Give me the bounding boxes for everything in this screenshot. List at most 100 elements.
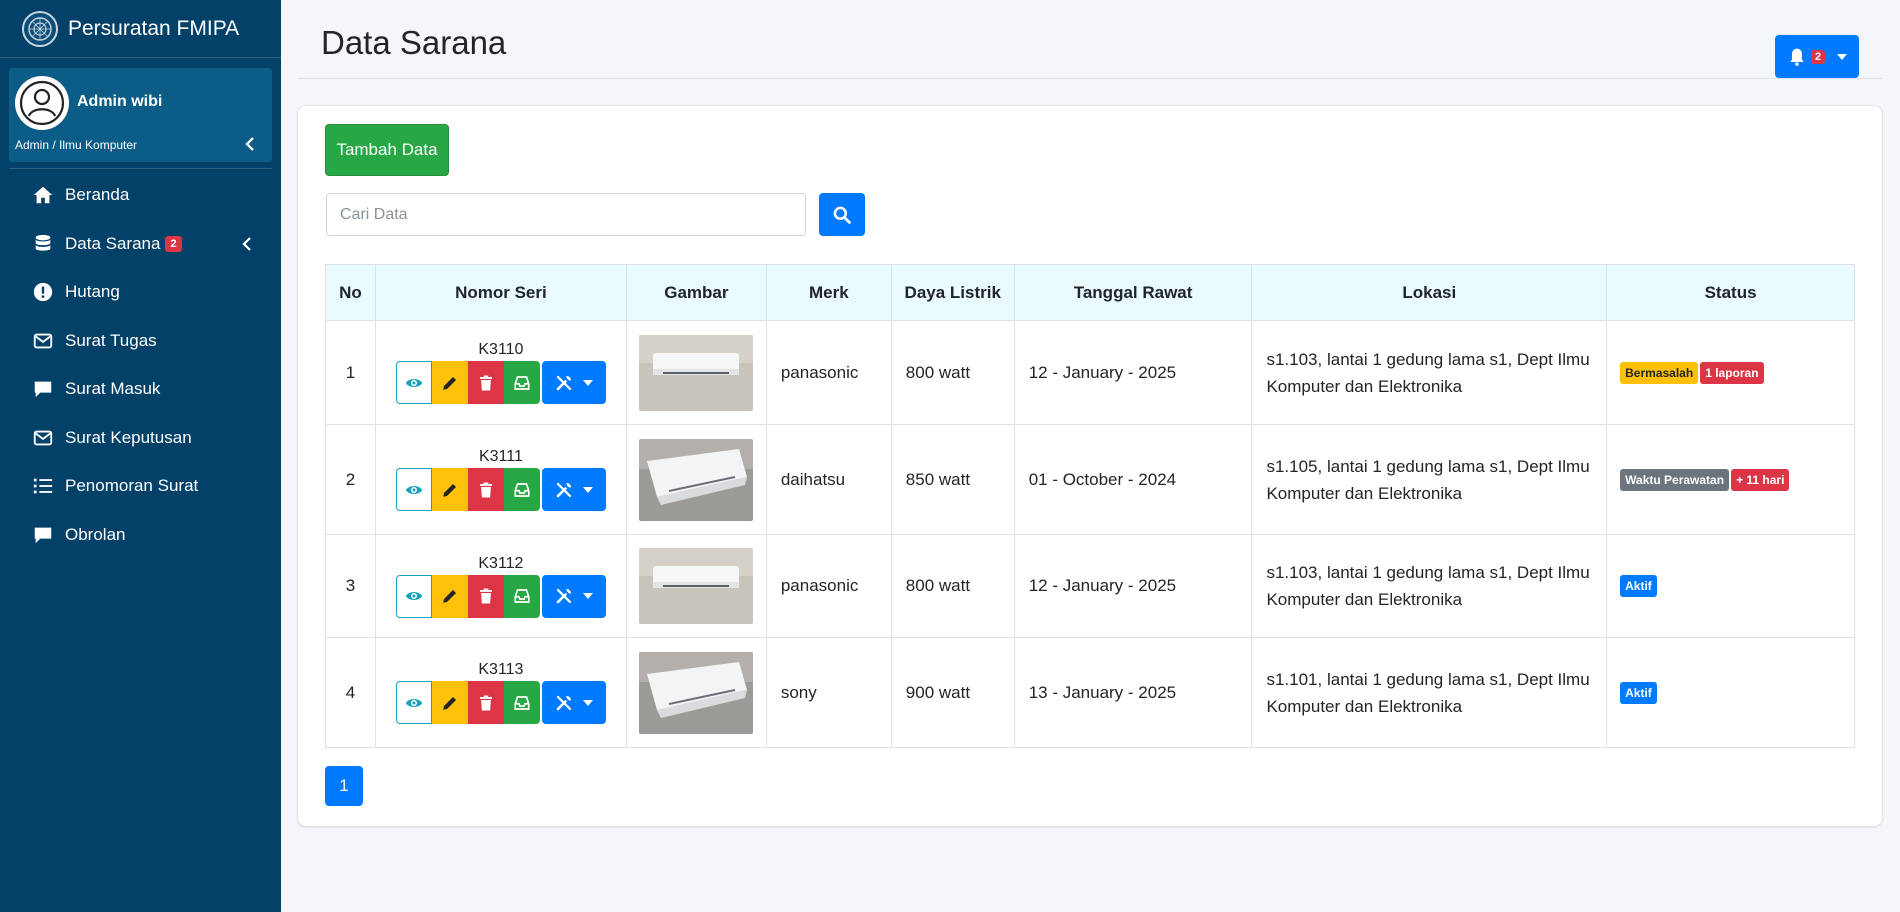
sidebar-item-label: Hutang: [65, 282, 120, 302]
serial-cell: K3113: [374, 637, 627, 748]
comment-icon: [31, 523, 55, 547]
delete-button[interactable]: [467, 574, 504, 618]
ac-angle-image[interactable]: [639, 651, 754, 734]
exclamation-circle-icon: [31, 280, 55, 304]
database-icon: [31, 232, 55, 256]
view-button[interactable]: [395, 361, 432, 404]
report-button[interactable]: [503, 681, 540, 724]
location-cell: s1.105, lantai 1 gedung lama s1, Dept Il…: [1251, 424, 1608, 535]
tools-icon: [556, 588, 572, 604]
report-button[interactable]: [503, 361, 540, 404]
row-number: 3: [325, 534, 376, 638]
add-data-button[interactable]: Tambah Data: [325, 124, 449, 176]
delete-button[interactable]: [467, 468, 504, 511]
power-cell: 850 watt: [890, 424, 1015, 535]
caret-down-icon: [582, 379, 593, 386]
page-title: Data Sarana: [321, 24, 507, 61]
sidebar-item-obrolan[interactable]: Obrolan: [0, 511, 281, 560]
column-header[interactable]: Tanggal Rawat: [1013, 264, 1253, 321]
sidebar-item-penomoran-surat[interactable]: Penomoran Surat: [0, 462, 281, 511]
power-cell: 800 watt: [890, 534, 1015, 638]
view-button[interactable]: [395, 574, 432, 618]
status-cell: Bermasalah 1 laporan: [1606, 320, 1855, 425]
view-button[interactable]: [395, 681, 432, 724]
edit-button[interactable]: [431, 574, 468, 618]
inbox-icon: [514, 482, 530, 497]
inbox-icon: [514, 589, 530, 603]
trash-icon: [479, 588, 492, 604]
tools-dropdown-button[interactable]: [541, 681, 606, 724]
delete-button[interactable]: [467, 361, 504, 404]
column-header[interactable]: Gambar: [625, 264, 767, 321]
trash-icon: [479, 695, 492, 710]
column-header[interactable]: Lokasi: [1251, 264, 1608, 321]
column-header[interactable]: Daya Listrik: [890, 264, 1015, 321]
search-input[interactable]: [326, 193, 806, 236]
university-logo-icon: [22, 10, 58, 47]
sidebar-item-surat-tugas[interactable]: Surat Tugas: [0, 317, 281, 366]
inbox-icon: [514, 375, 530, 390]
edit-button[interactable]: [431, 681, 468, 724]
sidebar-item-label: Surat Keputusan: [65, 427, 192, 447]
tools-icon: [556, 375, 572, 390]
table-header-row: No Nomor Seri Gambar Merk Daya Listrik T…: [325, 264, 1855, 321]
row-number: 4: [325, 637, 376, 748]
edit-button[interactable]: [431, 361, 468, 404]
eye-icon: [405, 485, 423, 494]
app-title: Persuratan FMIPA: [68, 16, 240, 40]
trash-icon: [479, 375, 492, 390]
column-header[interactable]: Nomor Seri: [374, 264, 627, 321]
edit-button[interactable]: [431, 468, 468, 511]
comment-icon: [31, 377, 55, 401]
sidebar-item-beranda[interactable]: Beranda: [0, 171, 281, 220]
delete-button[interactable]: [467, 681, 504, 724]
brand-cell: panasonic: [765, 534, 892, 638]
brand[interactable]: Persuratan FMIPA: [0, 0, 281, 58]
user-panel[interactable]: Admin wibi Admin / Ilmu Komputer: [9, 68, 272, 162]
caret-down-icon: [1837, 53, 1848, 60]
envelope-icon: [31, 329, 55, 353]
image-cell: [625, 534, 767, 638]
eye-icon: [405, 592, 423, 600]
caret-down-icon: [582, 593, 593, 599]
ac-angle-image[interactable]: [639, 438, 754, 521]
notification-button[interactable]: 2: [1775, 35, 1859, 78]
pencil-icon: [443, 590, 456, 603]
status-badge: Aktif: [1620, 681, 1657, 704]
table-row: 3 K3112 panasonic 800 watt 12 - January …: [325, 534, 1855, 638]
status-badge: Waktu Perawatan: [1620, 468, 1730, 491]
row-actions: [376, 574, 626, 618]
sidebar-item-surat-keputusan[interactable]: Surat Keputusan: [0, 414, 281, 463]
tools-dropdown-button[interactable]: [541, 468, 606, 511]
status-cell: Aktif: [1606, 534, 1855, 638]
sidebar-item-label: Surat Tugas: [65, 330, 157, 350]
table-row: 1 K3110 panasonic 800 watt 12 - January …: [325, 320, 1855, 425]
status-cell: Waktu Perawatan + 11 hari: [1606, 424, 1855, 535]
sidebar-item-surat-masuk[interactable]: Surat Masuk: [0, 365, 281, 414]
column-header[interactable]: Merk: [765, 264, 892, 321]
sidebar-item-hutang[interactable]: Hutang: [0, 268, 281, 317]
tools-dropdown-button[interactable]: [541, 361, 606, 404]
user-name: Admin wibi: [77, 93, 163, 110]
row-number: 2: [325, 424, 376, 535]
image-cell: [625, 320, 767, 425]
overdue-badge: + 11 hari: [1731, 468, 1790, 491]
sidebar: Persuratan FMIPA Admin wibi Admin / Ilmu…: [0, 0, 281, 912]
chevron-left-icon[interactable]: [242, 134, 258, 154]
serial-number: K3112: [478, 554, 524, 572]
search-button[interactable]: [819, 193, 865, 236]
row-number: 1: [325, 320, 376, 425]
column-header[interactable]: No: [325, 264, 376, 321]
data-table: No Nomor Seri Gambar Merk Daya Listrik T…: [325, 264, 1855, 748]
pagination-page-1[interactable]: 1: [325, 766, 363, 806]
sidebar-item-data-sarana[interactable]: Data Sarana 2: [0, 220, 281, 269]
serial-cell: K3111: [374, 424, 627, 535]
ac-front-image[interactable]: [639, 334, 754, 411]
tools-dropdown-button[interactable]: [541, 574, 606, 618]
report-button[interactable]: [503, 468, 540, 511]
view-button[interactable]: [395, 468, 432, 511]
report-button[interactable]: [503, 574, 540, 618]
ac-front-image[interactable]: [639, 548, 754, 624]
column-header[interactable]: Status: [1606, 264, 1855, 321]
pencil-icon: [443, 376, 456, 390]
